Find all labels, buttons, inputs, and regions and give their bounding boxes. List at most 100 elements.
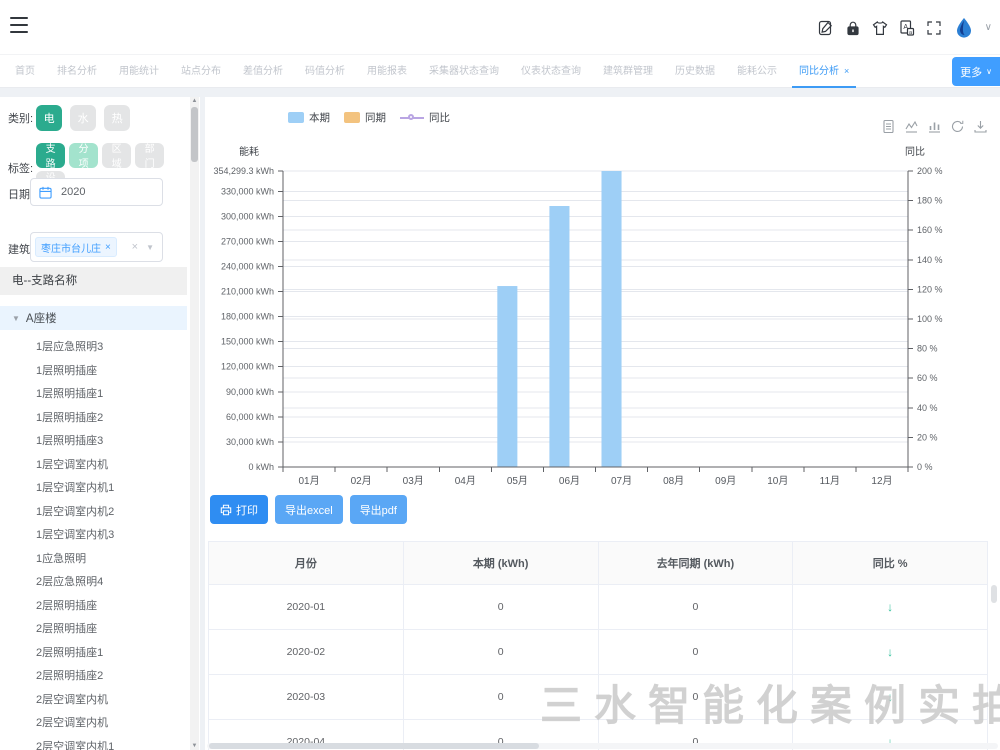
tab-仪表状态查询[interactable]: 仪表状态查询 xyxy=(510,55,592,88)
category-option-电[interactable]: 电 xyxy=(36,105,62,131)
tree-item[interactable]: 1层空调室内机2 xyxy=(0,501,187,525)
tree-item[interactable]: 2层照明插座 xyxy=(0,595,187,619)
svg-text:200 %: 200 % xyxy=(917,166,943,176)
tree-item[interactable]: 1应急照明 xyxy=(0,548,187,572)
date-input[interactable] xyxy=(59,185,139,199)
tree-root-node[interactable]: ▼ A座楼 xyxy=(0,306,187,330)
tab-用能统计[interactable]: 用能统计 xyxy=(108,55,170,88)
top-header: Aa ∨ xyxy=(0,0,1000,55)
svg-text:100 %: 100 % xyxy=(917,314,943,324)
brand-logo[interactable] xyxy=(952,16,976,40)
building-tag-label: 枣庄市台儿庄 xyxy=(41,240,101,255)
tab-label: 用能统计 xyxy=(119,66,159,77)
data-view-icon[interactable] xyxy=(881,119,896,134)
legend-item-本期[interactable]: 本期 xyxy=(288,110,330,125)
building-select[interactable]: 枣庄市台儿庄 × × ▼ xyxy=(30,232,163,262)
scrollbar-thumb[interactable] xyxy=(209,743,539,749)
download-icon[interactable] xyxy=(973,119,988,134)
tree-item[interactable]: 1层照明插座2 xyxy=(0,407,187,431)
svg-text:07月: 07月 xyxy=(611,475,632,487)
tab-排名分析[interactable]: 排名分析 xyxy=(46,55,108,88)
bar-chart-icon[interactable] xyxy=(927,119,942,134)
tab-label: 差值分析 xyxy=(243,66,283,77)
tag-option-分项[interactable]: 分项 xyxy=(69,143,98,168)
tree-item[interactable]: 2层照明插座2 xyxy=(0,665,187,689)
more-tabs-button[interactable]: 更多 ∨ xyxy=(952,57,1000,86)
category-label: 类别: xyxy=(8,110,33,126)
note-edit-icon[interactable] xyxy=(817,19,835,37)
table-row: 2020-0100↓ xyxy=(209,585,988,630)
svg-text:40 %: 40 % xyxy=(917,403,938,413)
print-button-label: 打印 xyxy=(236,502,258,518)
tab-采集器状态查询[interactable]: 采集器状态查询 xyxy=(418,55,510,88)
tab-close-icon[interactable]: × xyxy=(844,66,849,76)
sidebar-scrollbar[interactable]: ▲ ▼ xyxy=(190,97,199,750)
tag-close-icon[interactable]: × xyxy=(105,242,111,253)
tab-label: 码值分析 xyxy=(305,66,345,77)
trend-down-icon: ↓ xyxy=(887,645,893,659)
tree-item[interactable]: 2层应急照明4 xyxy=(0,571,187,595)
date-picker[interactable] xyxy=(30,178,163,206)
table-cell: 0 xyxy=(598,630,793,675)
translate-icon[interactable]: Aa xyxy=(898,19,916,37)
table-scrollbar[interactable] xyxy=(991,585,997,745)
category-option-水[interactable]: 水 xyxy=(70,105,96,131)
tab-同比分析[interactable]: 同比分析× xyxy=(788,55,860,88)
tree-item[interactable]: 2层照明插座1 xyxy=(0,642,187,666)
building-tag: 枣庄市台儿庄 × xyxy=(35,237,117,257)
scrollbar-thumb[interactable] xyxy=(191,107,198,162)
tab-首页[interactable]: 首页 xyxy=(4,55,46,88)
tree-item[interactable]: 1层照明插座1 xyxy=(0,383,187,407)
tab-站点分布[interactable]: 站点分布 xyxy=(170,55,232,88)
print-button[interactable]: 打印 xyxy=(210,495,268,524)
tab-用能报表[interactable]: 用能报表 xyxy=(356,55,418,88)
tab-label: 排名分析 xyxy=(57,66,97,77)
tag-option-区域[interactable]: 区域 xyxy=(102,143,131,168)
legend-item-同比[interactable]: 同比 xyxy=(400,110,450,125)
tree-item[interactable]: 1层空调室内机 xyxy=(0,454,187,478)
lock-icon[interactable] xyxy=(844,19,862,37)
svg-text:12月: 12月 xyxy=(871,475,892,487)
scroll-down-icon[interactable]: ▼ xyxy=(190,743,199,749)
table-cell: 0 xyxy=(403,585,598,630)
tab-能耗公示[interactable]: 能耗公示 xyxy=(726,55,788,88)
tree-item[interactable]: 1层空调室内机1 xyxy=(0,477,187,501)
caret-down-icon[interactable]: ▼ xyxy=(12,314,20,323)
restore-icon[interactable] xyxy=(950,119,965,134)
tree-item[interactable]: 1层应急照明3 xyxy=(0,336,187,360)
svg-text:同比: 同比 xyxy=(905,146,925,158)
tag-option-支路[interactable]: 支路 xyxy=(36,143,65,168)
tree-item[interactable]: 1层照明插座3 xyxy=(0,430,187,454)
tab-差值分析[interactable]: 差值分析 xyxy=(232,55,294,88)
svg-text:05月: 05月 xyxy=(507,475,528,487)
legend-item-同期[interactable]: 同期 xyxy=(344,110,386,125)
fullscreen-icon[interactable] xyxy=(925,19,943,37)
export-excel-button[interactable]: 导出excel xyxy=(275,495,343,524)
horizontal-scrollbar[interactable] xyxy=(207,743,998,749)
scrollbar-thumb[interactable] xyxy=(991,585,997,603)
tree-item[interactable]: 2层照明插座 xyxy=(0,618,187,642)
tab-码值分析[interactable]: 码值分析 xyxy=(294,55,356,88)
chevron-down-icon[interactable]: ▼ xyxy=(146,243,154,252)
column-header: 本期 (kWh) xyxy=(403,542,598,585)
table-cell: ↓ xyxy=(793,585,988,630)
theme-shirt-icon[interactable] xyxy=(871,19,889,37)
tree-item[interactable]: 2层空调室内机 xyxy=(0,689,187,713)
tree-item[interactable]: 2层空调室内机1 xyxy=(0,736,187,750)
line-chart-icon[interactable] xyxy=(904,119,919,134)
chevron-down-icon[interactable]: ∨ xyxy=(985,23,992,33)
table-row: 2020-0300↓ xyxy=(209,675,988,720)
tree-item[interactable]: 1层照明插座 xyxy=(0,360,187,384)
category-option-热[interactable]: 热 xyxy=(104,105,130,131)
tab-建筑群管理[interactable]: 建筑群管理 xyxy=(592,55,664,88)
tag-option-部门[interactable]: 部门 xyxy=(135,143,164,168)
select-clear-icon[interactable]: × xyxy=(132,241,138,253)
hamburger-menu-icon[interactable] xyxy=(10,17,28,33)
main-panel: 本期同期同比 0 kWh30,000 kWh60,000 kWh90,000 k… xyxy=(205,97,1000,750)
table-cell: ↓ xyxy=(793,675,988,720)
export-pdf-button[interactable]: 导出pdf xyxy=(350,495,407,524)
tree-item[interactable]: 1层空调室内机3 xyxy=(0,524,187,548)
scroll-up-icon[interactable]: ▲ xyxy=(190,98,199,104)
tree-item[interactable]: 2层空调室内机 xyxy=(0,712,187,736)
tab-历史数据[interactable]: 历史数据 xyxy=(664,55,726,88)
